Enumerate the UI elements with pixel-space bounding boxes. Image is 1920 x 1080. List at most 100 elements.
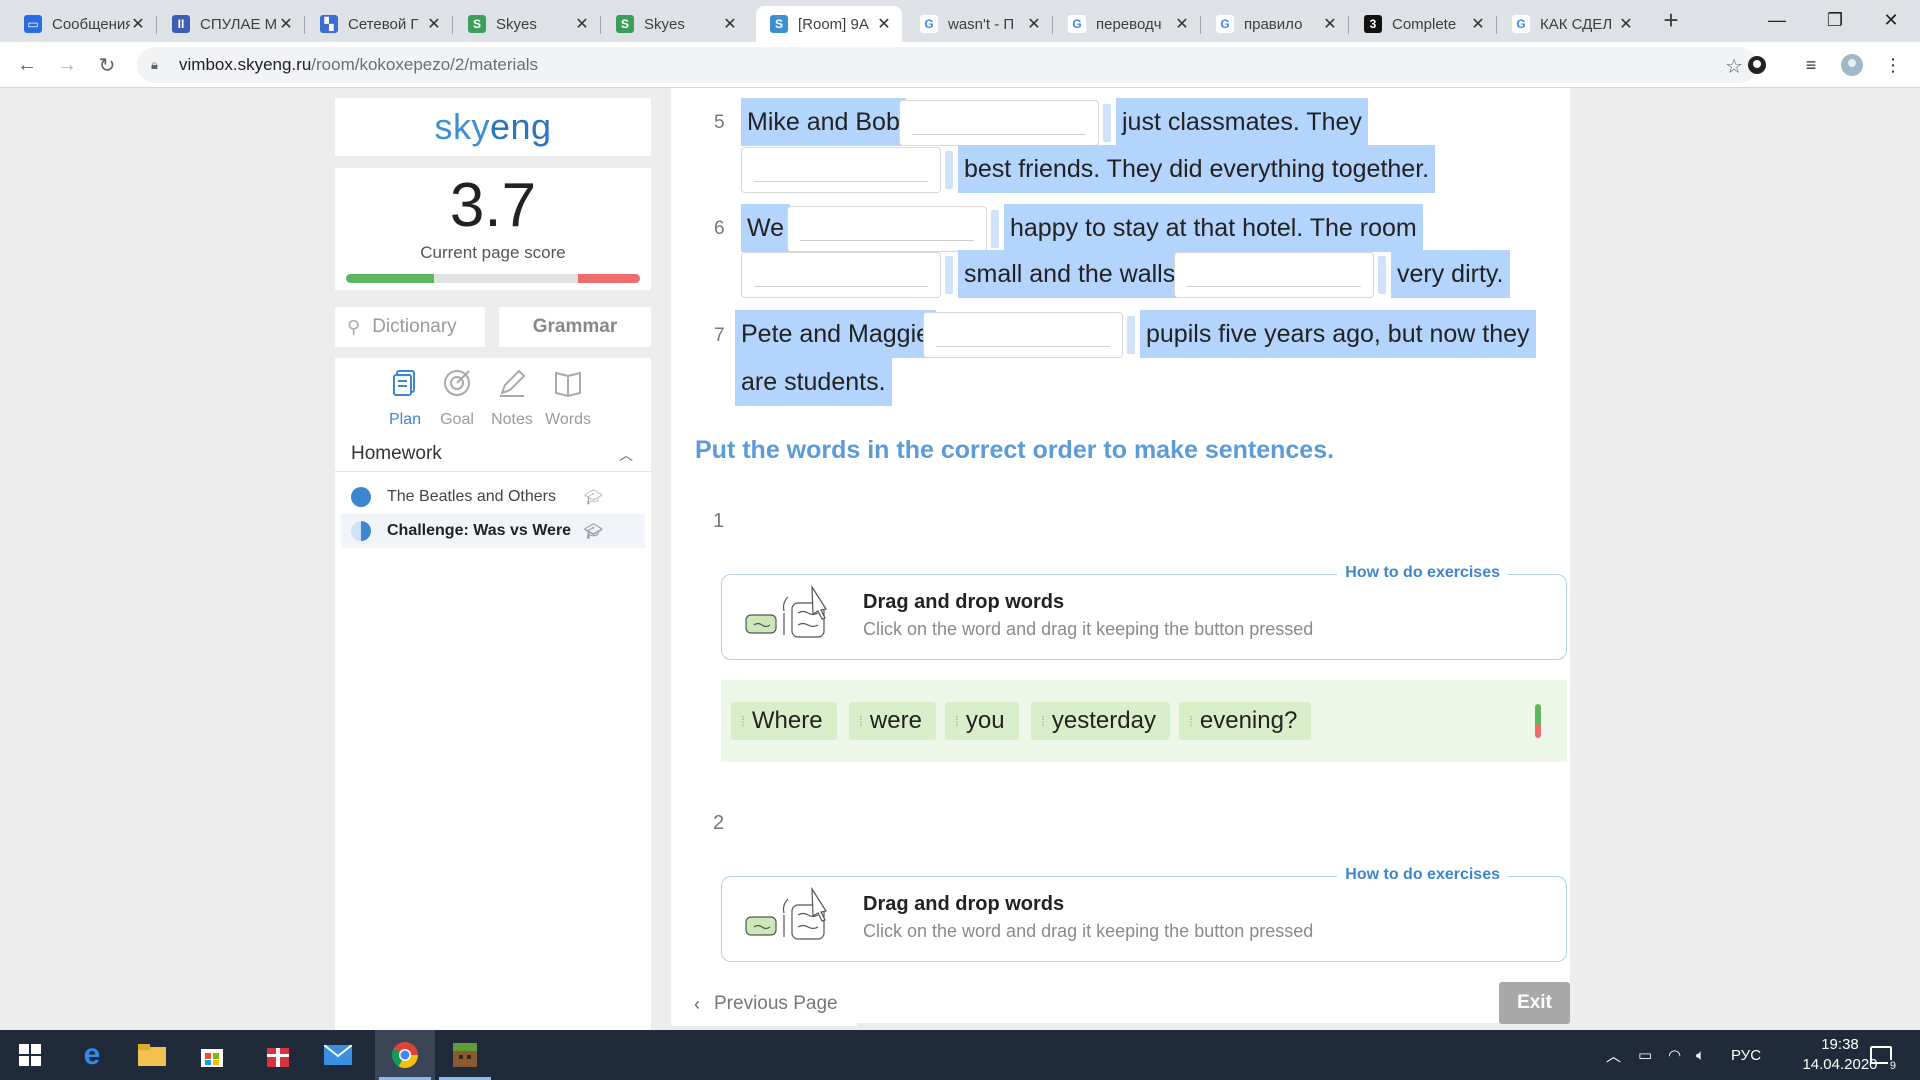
lesson-item[interactable]: The Beatles and Others 🎓︎ [341, 480, 645, 514]
tab-favicon-icon: ▭ [24, 15, 42, 33]
tab-close-icon[interactable]: ✕ [1026, 14, 1042, 34]
gift-icon [267, 1048, 289, 1067]
answer-gap-input[interactable] [899, 100, 1099, 146]
maximize-button[interactable]: ❐ [1806, 0, 1864, 40]
grammar-button[interactable]: Grammar [499, 307, 651, 347]
dictionary-search-input[interactable]: ⚲ Dictionary [335, 307, 485, 347]
taskbar-gift-app[interactable] [248, 1030, 308, 1080]
bookmark-star-icon[interactable]: ☆ [1725, 54, 1743, 79]
tab-words[interactable]: Words [538, 368, 598, 429]
word-chip[interactable]: ⁞ Where [731, 702, 837, 740]
skyeng-logo[interactable]: sky eng [335, 98, 651, 156]
sentence-text: best friends. They did everything togeth… [958, 145, 1436, 193]
sentence-text: Pete and Maggie [735, 310, 937, 358]
notifications-button[interactable]: 9 [1870, 1030, 1898, 1080]
tab-close-icon[interactable]: ✕ [876, 14, 892, 34]
browser-tab[interactable]: ▭ Сообщения ✕ [10, 6, 157, 42]
tab-close-icon[interactable]: ✕ [1174, 14, 1190, 34]
tab-close-icon[interactable]: ✕ [574, 14, 590, 34]
reload-button[interactable]: ↻ [92, 50, 122, 80]
browser-tab[interactable]: G КАК СДЕЛ ✕ [1498, 6, 1644, 42]
chevron-up-icon[interactable]: ︿ [619, 445, 633, 465]
answer-gap-input[interactable] [923, 312, 1123, 358]
google-favicon-icon: G [920, 15, 938, 33]
back-button[interactable]: ← [12, 50, 42, 80]
taskbar-edge-app[interactable]: e [62, 1030, 122, 1080]
lesson-progress-icon [351, 487, 371, 507]
tray-overflow-icon[interactable]: ︿ [1606, 1030, 1621, 1080]
taskbar-explorer-app[interactable] [122, 1030, 182, 1080]
tab-close-icon[interactable]: ✕ [1322, 14, 1338, 34]
tab-notes[interactable]: Notes [482, 368, 542, 429]
close-window-button[interactable]: ✕ [1862, 0, 1920, 40]
taskbar-store-app[interactable] [182, 1030, 242, 1080]
browser-tab[interactable]: Gпереводч ✕ [1054, 6, 1201, 42]
instructions-title: Drag and drop words [863, 591, 1065, 613]
start-button[interactable] [0, 1030, 60, 1080]
tab-plan[interactable]: Plan [375, 368, 435, 429]
forward-button[interactable]: → [52, 50, 82, 80]
extension-icon[interactable] [1744, 52, 1770, 78]
new-tab-button[interactable]: + [1656, 6, 1686, 36]
notes-icon [500, 369, 526, 397]
item-number: 5 [714, 112, 725, 133]
browser-tab[interactable]: Gwasn't - П ✕ [906, 6, 1053, 42]
word-chip[interactable]: ⁞ evening? [1179, 702, 1312, 740]
browser-tab[interactable]: S Skyes ✕ [454, 6, 601, 42]
exit-button[interactable]: Exit [1499, 982, 1570, 1024]
word-chip[interactable]: ⁞ yesterday [1031, 702, 1170, 740]
drag-drop-illustration-icon [745, 886, 827, 940]
browser-tab[interactable]: 3 Complete ✕ [1350, 6, 1497, 42]
answer-gap-input[interactable] [1174, 252, 1374, 298]
answer-gap-input[interactable] [741, 252, 941, 298]
tab-close-icon[interactable]: ✕ [278, 14, 294, 34]
answer-gap-input[interactable] [741, 147, 941, 193]
arrow-right-icon: → [57, 53, 77, 76]
sidebar: sky eng 3.7 Current page score ⚲ Dictionar… [335, 88, 651, 1058]
browser-tab[interactable]: II СПУЛАЕ М ✕ [158, 6, 305, 42]
gap-handle [1378, 256, 1386, 294]
homework-section-header[interactable]: Homework ︿ [335, 436, 651, 472]
sentence-text: very dirty. [1391, 250, 1510, 298]
previous-page-button[interactable]: ‹ Previous Page [672, 982, 857, 1026]
score-card: 3.7 Current page score [335, 168, 651, 290]
graduation-cap-icon: 🎓︎ [583, 489, 603, 506]
lesson-item-active[interactable]: Challenge: Was vs Were 🎓︎ [341, 514, 645, 548]
browser-menu-icon[interactable]: ⋮ [1880, 52, 1906, 78]
tab-close-icon[interactable]: ✕ [1470, 14, 1486, 34]
how-to-link[interactable]: How to do exercises [1337, 866, 1508, 884]
item-number: 2 [713, 812, 725, 834]
tab-close-icon[interactable]: ✕ [722, 14, 738, 34]
taskbar-chrome-app[interactable] [375, 1030, 435, 1080]
address-bar[interactable]: 🔒︎ vimbox.skyeng.ru/room/kokoxepezo/2/ma… [137, 47, 1757, 83]
word-chip[interactable]: ⁞ were [849, 702, 936, 740]
browser-tab[interactable]: Gправило ✕ [1202, 6, 1349, 42]
page-content: sky eng 3.7 Current page score ⚲ Dictionar… [0, 88, 1920, 1058]
battery-icon[interactable]: ▭ [1638, 1030, 1652, 1080]
browser-tab[interactable]: S Skyes ✕ [602, 6, 748, 42]
browser-tab[interactable]: ▚ Сетевой Г ✕ [306, 6, 453, 42]
volume-icon[interactable]: 🔈︎ [1696, 1030, 1705, 1080]
minimize-button[interactable]: — [1748, 0, 1806, 40]
media-control-icon[interactable]: ≡ [1798, 52, 1824, 78]
tab-close-icon[interactable]: ✕ [130, 14, 146, 34]
browser-tab-active[interactable]: S [Room] 9A ✕ [756, 6, 902, 42]
language-indicator[interactable]: РУС [1731, 1030, 1761, 1080]
profile-avatar[interactable] [1839, 52, 1865, 78]
answer-gap-input[interactable] [787, 206, 987, 252]
word-order-answer-row: ⁞ Where ⁞ were ⁞ you ⁞ yesterday ⁞ evening? [721, 680, 1567, 762]
drag-handle-icon: ⁞ [955, 713, 959, 729]
minecraft-icon [453, 1043, 477, 1067]
instructions-description: Click on the word and drag it keeping th… [863, 619, 1314, 639]
tab-close-icon[interactable]: ✕ [426, 14, 442, 34]
taskbar-mail-app[interactable] [308, 1030, 368, 1080]
taskbar-minecraft-app[interactable] [435, 1030, 495, 1080]
wifi-icon[interactable]: ◠ [1668, 1030, 1681, 1080]
store-icon [201, 1049, 223, 1067]
google-favicon-icon: G [1068, 15, 1086, 33]
word-chip[interactable]: ⁞ you [945, 702, 1019, 740]
how-to-link[interactable]: How to do exercises [1337, 564, 1508, 582]
item-number: 6 [714, 218, 725, 239]
tab-goal[interactable]: Goal [427, 368, 487, 429]
tab-close-icon[interactable]: ✕ [1618, 14, 1634, 34]
